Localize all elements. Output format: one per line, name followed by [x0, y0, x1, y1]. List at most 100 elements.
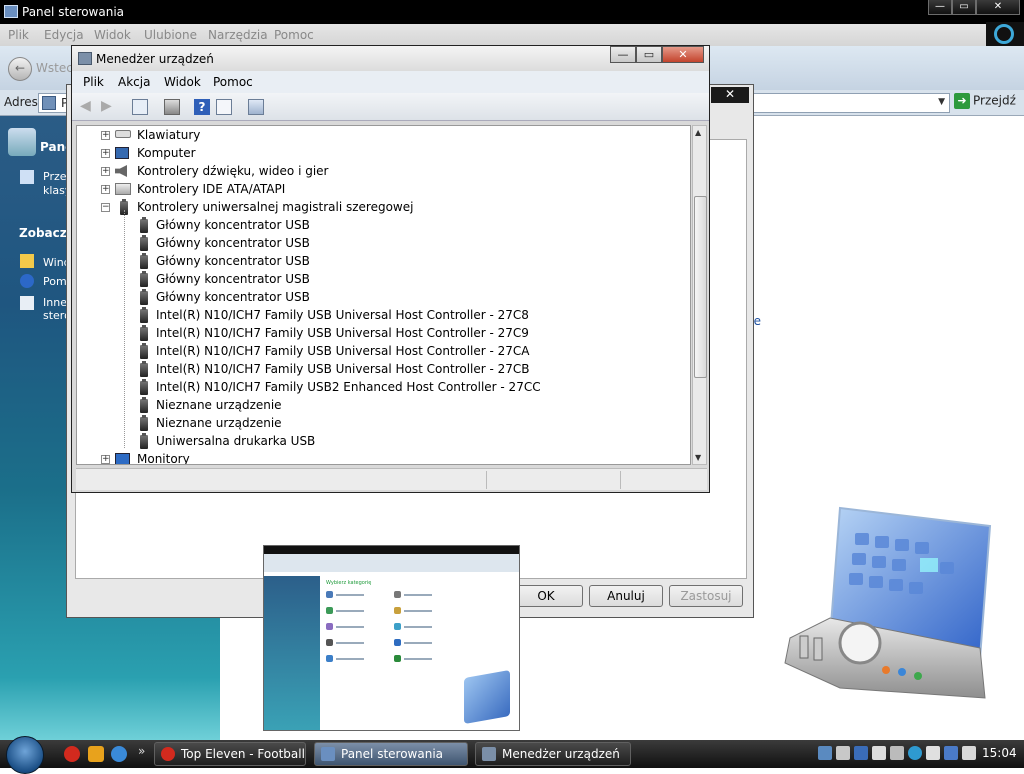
scan-hardware-icon[interactable]	[248, 99, 264, 115]
media-player-icon[interactable]	[88, 746, 104, 762]
control-panel-home-icon	[8, 128, 36, 156]
menu-widok[interactable]: Widok	[94, 28, 131, 42]
tree-row-ide[interactable]: + Kontrolery IDE ATA/ATAPI	[77, 180, 687, 198]
cancel-button[interactable]: Anuluj	[589, 585, 663, 607]
volume-icon[interactable]	[872, 746, 886, 760]
tree-row-usb-hub[interactable]: Główny koncentrator USB	[77, 252, 687, 270]
go-button[interactable]: ➜ Przejdź	[954, 93, 1020, 113]
tree-row-usb-controller[interactable]: Intel(R) N10/ICH7 Family USB Universal H…	[77, 360, 687, 378]
tree-row-audio[interactable]: + Kontrolery dźwięku, wideo i gier	[77, 162, 687, 180]
scroll-up-icon[interactable]: ▲	[695, 128, 701, 137]
maximize-button[interactable]: ▭	[952, 0, 976, 15]
usb-icon	[140, 415, 148, 431]
task-control-panel[interactable]: Panel sterowania	[314, 742, 468, 766]
ok-button[interactable]: OK	[509, 585, 583, 607]
dm-minimize-button[interactable]: —	[610, 46, 636, 63]
tree-row-usb-hub[interactable]: Główny koncentrator USB	[77, 234, 687, 252]
tree-row-komputer[interactable]: + Komputer	[77, 144, 687, 162]
windows-orb-logo	[986, 22, 1024, 48]
dropdown-arrow-icon[interactable]: ▼	[938, 97, 945, 107]
tree-row-unknown-device[interactable]: Nieznane urządzenie	[77, 414, 687, 432]
classic-view-icon	[20, 170, 34, 184]
scroll-down-icon[interactable]: ▼	[695, 453, 701, 462]
network-icon[interactable]	[818, 746, 832, 760]
tree-row-usb-controller[interactable]: Intel(R) N10/ICH7 Family USB Universal H…	[77, 306, 687, 324]
task-device-manager[interactable]: Menedżer urządzeń	[475, 742, 631, 766]
dm-close-button[interactable]: ✕	[662, 46, 704, 63]
tree-row-klawiatury[interactable]: + Klawiatury	[77, 126, 687, 144]
skype-icon[interactable]	[908, 746, 922, 760]
expand-icon[interactable]: +	[101, 149, 110, 158]
dm-menu-akcja[interactable]: Akcja	[118, 75, 150, 89]
back-arrow-icon[interactable]: ←	[8, 57, 32, 81]
show-hide-tree-icon[interactable]	[132, 99, 148, 115]
tree-row-monitory[interactable]: + Monitory	[77, 450, 687, 464]
expand-icon[interactable]: +	[101, 131, 110, 140]
security-tray-icon[interactable]	[962, 746, 976, 760]
usb-icon	[140, 307, 148, 323]
tree-row-usb-hub[interactable]: Główny koncentrator USB	[77, 216, 687, 234]
usb-icon	[140, 217, 148, 233]
device-manager-icon	[78, 52, 92, 65]
tree-row-usb-hub[interactable]: Główny koncentrator USB	[77, 270, 687, 288]
menu-ulubione[interactable]: Ulubione	[144, 28, 197, 42]
dm-maximize-button[interactable]: ▭	[636, 46, 662, 63]
opera-icon	[161, 747, 175, 761]
hardware-tray-icon[interactable]	[890, 746, 904, 760]
properties-icon[interactable]	[216, 99, 232, 115]
device-tray-icon[interactable]	[836, 746, 850, 760]
app-tray-icon[interactable]	[854, 746, 868, 760]
dm-menu-pomoc[interactable]: Pomoc	[213, 75, 253, 89]
tree-row-usb-controller[interactable]: Intel(R) N10/ICH7 Family USB Universal H…	[77, 324, 687, 342]
minimize-button[interactable]: —	[928, 0, 952, 15]
tree-connector-line	[124, 210, 126, 448]
sidebar-link-other[interactable]: Inne	[43, 296, 67, 309]
keyboard-icon	[115, 130, 131, 138]
expand-icon[interactable]: +	[101, 167, 110, 176]
collapse-icon[interactable]: −	[101, 203, 110, 212]
menu-pomoc[interactable]: Pomoc	[274, 28, 314, 42]
tree-row-usb-printer[interactable]: Uniwersalna drukarka USB	[77, 432, 687, 450]
tree-row-usb-controllers[interactable]: − Kontrolery uniwersalnej magistrali sze…	[77, 198, 687, 216]
opera-icon[interactable]	[64, 746, 80, 762]
options-icon	[20, 296, 34, 310]
start-button[interactable]	[6, 736, 44, 774]
drive-icon	[115, 183, 131, 195]
sidebar-link-help[interactable]: Pom	[43, 275, 67, 288]
tree-row-usb2-controller[interactable]: Intel(R) N10/ICH7 Family USB2 Enhanced H…	[77, 378, 687, 396]
help-icon[interactable]: ?	[194, 99, 210, 115]
device-tree[interactable]: + Klawiatury + Komputer + Kontrolery dźw…	[76, 125, 691, 465]
close-button[interactable]: ✕	[976, 0, 1020, 15]
usb-icon	[140, 379, 148, 395]
menu-edycja[interactable]: Edycja	[44, 28, 84, 42]
clock[interactable]: 15:04	[982, 746, 1017, 760]
back-icon[interactable]: ◀	[80, 99, 96, 115]
tree-row-usb-controller[interactable]: Intel(R) N10/ICH7 Family USB Universal H…	[77, 342, 687, 360]
help-icon	[20, 274, 34, 288]
task-top-eleven[interactable]: Top Eleven - Football...	[154, 742, 306, 766]
thumbnail-category-heading: Wybierz kategorię	[326, 580, 372, 586]
menu-plik[interactable]: Plik	[8, 28, 29, 42]
safely-remove-icon[interactable]	[926, 746, 940, 760]
print-icon[interactable]	[164, 99, 180, 115]
tree-row-usb-hub[interactable]: Główny koncentrator USB	[77, 288, 687, 306]
menu-narzedzia[interactable]: Narzędzia	[208, 28, 268, 42]
usb-icon	[140, 325, 148, 341]
device-manager-title: Menedżer urządzeń	[96, 52, 214, 66]
dm-menu-widok[interactable]: Widok	[164, 75, 201, 89]
expand-icon[interactable]: +	[101, 185, 110, 194]
speaker-icon	[115, 165, 127, 177]
control-panel-title: Panel sterowania	[22, 5, 124, 19]
dm-menu-plik[interactable]: Plik	[83, 75, 104, 89]
expand-icon[interactable]: +	[101, 455, 110, 464]
device-manager-menubar: Plik Akcja Widok Pomoc	[72, 71, 709, 93]
tree-scrollbar[interactable]: ▲ ▼	[692, 125, 707, 465]
dialog-close-button[interactable]: ✕	[711, 87, 749, 103]
display-tray-icon[interactable]	[944, 746, 958, 760]
chevron-right-icon[interactable]: »	[138, 744, 145, 758]
forward-icon[interactable]: ▶	[101, 99, 117, 115]
scrollbar-thumb[interactable]	[694, 196, 707, 378]
tree-row-unknown-device[interactable]: Nieznane urządzenie	[77, 396, 687, 414]
browser-icon[interactable]	[111, 746, 127, 762]
taskbar-thumbnail-preview[interactable]: Wybierz kategorię	[263, 545, 520, 731]
